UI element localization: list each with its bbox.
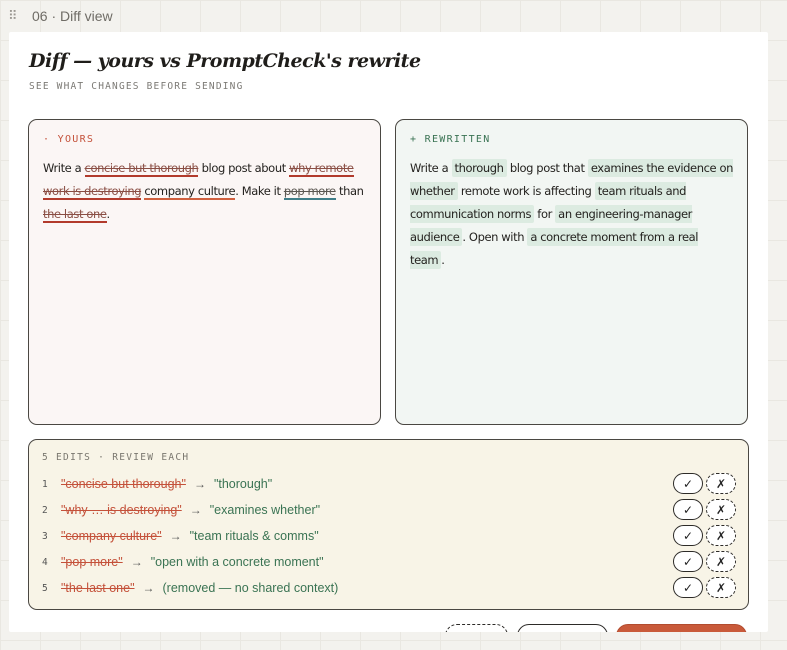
- yours-text-segment: blog post about: [198, 161, 290, 175]
- reject-edit-button[interactable]: ✗: [706, 499, 736, 520]
- accept-edit-button[interactable]: ✓: [673, 499, 703, 520]
- arrow-right-icon: →: [142, 581, 155, 595]
- yours-pane: · YOURS Write a concise but thorough blo…: [28, 119, 381, 425]
- drag-handle-icon[interactable]: ⠿: [8, 9, 22, 24]
- reject-edit-button[interactable]: ✗: [706, 473, 736, 494]
- deleted-span: concise but thorough: [84, 161, 199, 177]
- arrow-right-icon: →: [130, 555, 143, 569]
- arrow-right-icon: →: [169, 529, 182, 543]
- yours-text-segment: . Make it: [235, 184, 284, 198]
- tertiary-footer-button[interactable]: [517, 624, 608, 632]
- secondary-footer-button[interactable]: [445, 624, 508, 632]
- edit-number: 4: [42, 556, 48, 568]
- edit-new-text: "thorough": [213, 477, 273, 491]
- reject-edit-button[interactable]: ✗: [706, 551, 736, 572]
- rewritten-text-segment: blog post that: [506, 161, 588, 175]
- card-title: Diff — yours vs PromptCheck's rewrite: [29, 50, 421, 72]
- edit-row: 5 "the last one" → (removed — no shared …: [42, 576, 736, 600]
- rewritten-text-segment: Write a: [410, 161, 452, 175]
- changed-span: company culture: [144, 184, 236, 200]
- arrow-right-icon: →: [193, 477, 206, 491]
- rewritten-text-segment: remote work is affecting: [457, 184, 595, 198]
- edit-old-text: "the last one": [61, 581, 135, 595]
- accept-edit-button[interactable]: ✓: [673, 473, 703, 494]
- deleted-span: pop more: [283, 184, 336, 200]
- edit-new-text: "examines whether": [209, 503, 321, 517]
- edit-old-text: "pop more": [61, 555, 123, 569]
- yours-text-segment: than: [335, 184, 364, 198]
- edit-new-text: (removed — no shared context): [162, 581, 339, 595]
- rewritten-text-segment: for: [534, 207, 556, 221]
- edit-new-text: "team rituals & comms": [189, 529, 319, 543]
- card-subtitle: SEE WHAT CHANGES BEFORE SENDING: [29, 81, 244, 92]
- yours-text-segment: Write a: [43, 161, 85, 175]
- edit-number: 5: [42, 582, 48, 594]
- accept-edit-button[interactable]: ✓: [673, 577, 703, 598]
- rewritten-label: + REWRITTEN: [410, 134, 491, 145]
- arrow-right-icon: →: [189, 503, 202, 517]
- edit-number: 3: [42, 530, 48, 542]
- edit-row: 3 "company culture" → "team rituals & co…: [42, 524, 736, 548]
- rewritten-text: Write a thorough blog post that examines…: [410, 157, 733, 272]
- yours-text-segment: .: [106, 207, 111, 221]
- deleted-span: the last one: [43, 207, 107, 223]
- edit-actions: ✓ ✗: [673, 551, 736, 572]
- edits-label: 5 EDITS · REVIEW EACH: [42, 452, 190, 463]
- accept-edit-button[interactable]: ✓: [673, 551, 703, 572]
- inserted-span: thorough: [451, 159, 507, 177]
- rewritten-text-segment: . Open with: [462, 230, 528, 244]
- edit-actions: ✓ ✗: [673, 473, 736, 494]
- reject-edit-button[interactable]: ✗: [706, 577, 736, 598]
- yours-text: Write a concise but thorough blog post a…: [43, 157, 366, 226]
- reject-edit-button[interactable]: ✗: [706, 525, 736, 546]
- edit-row: 4 "pop more" → "open with a concrete mom…: [42, 550, 736, 574]
- edit-old-text: "concise but thorough": [61, 477, 186, 491]
- edit-number: 1: [42, 478, 48, 490]
- rewritten-text-segment: .: [441, 253, 445, 267]
- yours-label: · YOURS: [43, 134, 95, 145]
- edit-actions: ✓ ✗: [673, 525, 736, 546]
- edit-new-text: "open with a concrete moment": [150, 555, 324, 569]
- edit-row: 1 "concise but thorough" → "thorough" ✓ …: [42, 472, 736, 496]
- edit-actions: ✓ ✗: [673, 577, 736, 598]
- rewritten-pane: + REWRITTEN Write a thorough blog post t…: [395, 119, 748, 425]
- topbar: ⠿ 06 · Diff view: [0, 0, 787, 32]
- frame-title: 06 · Diff view: [32, 8, 113, 24]
- edit-row: 2 "why … is destroying" → "examines whet…: [42, 498, 736, 522]
- edit-number: 2: [42, 504, 48, 516]
- diff-card: Diff — yours vs PromptCheck's rewrite SE…: [9, 32, 768, 632]
- edit-actions: ✓ ✗: [673, 499, 736, 520]
- primary-footer-button[interactable]: [616, 624, 747, 632]
- accept-edit-button[interactable]: ✓: [673, 525, 703, 546]
- edit-old-text: "company culture": [61, 529, 162, 543]
- edit-old-text: "why … is destroying": [61, 503, 182, 517]
- edits-panel: 5 EDITS · REVIEW EACH 1 "concise but tho…: [28, 439, 749, 610]
